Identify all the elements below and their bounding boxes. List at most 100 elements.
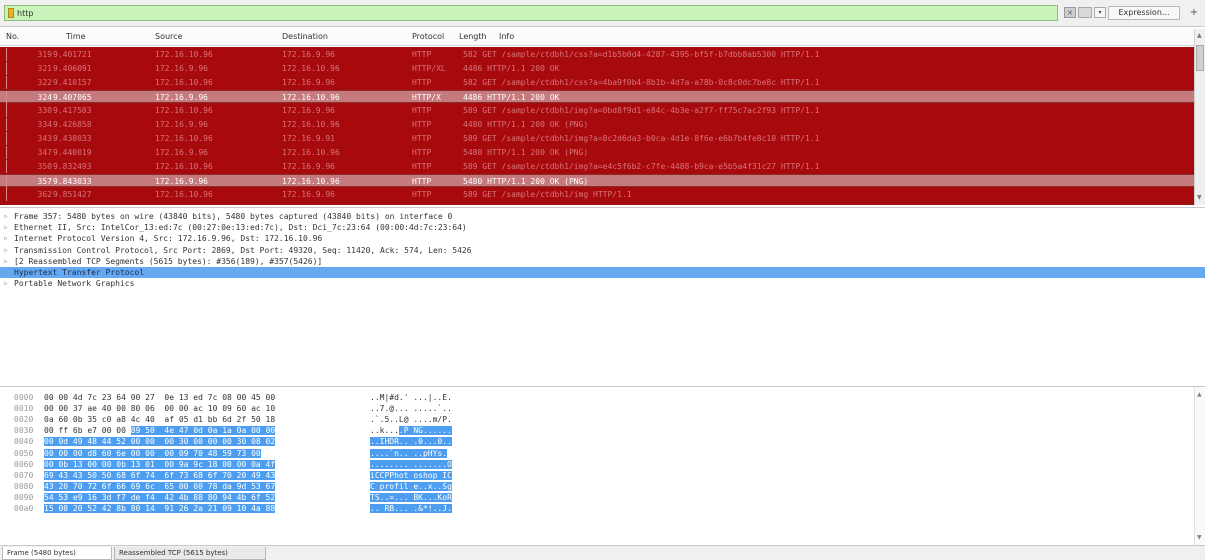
ascii-unselected: ..M|#d.' ...|..E. [370, 393, 452, 402]
ascii-selected: .P NG...... [398, 426, 452, 436]
packet-row[interactable]: 347 9.440019 172.16.9.96 172.16.10.96 HTTP 54… [0, 146, 1194, 159]
hex-bytes-unselected: 00 00 37 ae 40 00 80 06 00 00 ac 10 09 6… [44, 404, 276, 414]
scroll-down-icon[interactable]: ▼ [1197, 194, 1202, 201]
packet-time-cell: 9.851427 [53, 190, 92, 199]
packet-destination-cell: 172.16.10.96 [282, 120, 340, 129]
hex-dump-row[interactable]: 0030 00 ff 6b e7 00 00 89 50 4e 47 0d 0a … [0, 425, 1190, 436]
filter-dropdown-icon[interactable]: ▾ [1094, 7, 1106, 18]
packet-row[interactable]: 357 9.843033 172.16.9.96 172.16.10.96 HTTP 54… [0, 174, 1194, 188]
ascii-bytes: ....`n.. ..pHYs. [370, 448, 448, 459]
hex-dump-row[interactable]: 0000 00 00 4d 7c 23 64 00 27 0e 13 ed 7c … [0, 392, 1190, 403]
detail-tree-item[interactable]: ▷ Ethernet II, Src: IntelCor_13:ed:7c (00… [0, 222, 1205, 233]
packet-info-cell: 582 GET /sample/ctdbh1/css?a=4ba9f0b4-8b… [463, 78, 820, 87]
hex-offset: 0040 [14, 437, 34, 447]
column-header-info[interactable]: Info [499, 32, 514, 41]
packet-row[interactable]: 322 9.410157 172.16.10.96 172.16.9.96 HTTP 58… [0, 76, 1194, 89]
related-packet-marker [6, 48, 7, 61]
ascii-bytes: ..7.@... .....`.. [370, 403, 452, 414]
packet-protocol-cell: HTTP [412, 190, 432, 199]
hex-bytes: 00 ff 6b e7 00 00 89 50 4e 47 0d 0a 1a 0… [44, 425, 276, 436]
packet-row[interactable]: 321 9.406091 172.16.9.96 172.16.10.96 HTTP/X… [0, 62, 1194, 75]
bytes-scrollbar[interactable]: ▲ ▼ [1194, 387, 1205, 545]
hex-bytes: 0a 60 0b 35 c0 a8 4c 40 af 05 d1 bb 6d 2… [44, 414, 275, 425]
column-header-source[interactable]: Source [155, 32, 182, 41]
ascii-unselected: ..k... [370, 426, 399, 436]
packet-protocol-cell: HTTP [412, 106, 432, 115]
column-header-time[interactable]: Time [66, 32, 86, 41]
hex-bytes-selected: 69 43 43 50 50 68 6f 74 6f 73 68 6f 70 2… [44, 470, 276, 480]
expand-arrow-icon[interactable]: ▷ [4, 256, 8, 267]
packet-source-cell: 172.16.9.96 [155, 148, 208, 157]
scrollbar-thumb[interactable] [1196, 45, 1204, 71]
packet-row[interactable]: 343 9.430033 172.16.10.96 172.16.9.91 HTTP 58… [0, 132, 1194, 145]
hex-offset: 0080 [14, 481, 34, 491]
packet-no-cell: 350 [37, 162, 52, 171]
tab-reassembled-tcp[interactable]: Reassembled TCP (5615 bytes) [114, 547, 266, 560]
display-filter-field[interactable] [4, 5, 1058, 21]
packet-protocol-cell: HTTP [412, 177, 432, 186]
packet-list-scrollbar[interactable]: ▲ ▼ [1194, 29, 1205, 205]
hex-bytes-selected: 00 0d 49 48 44 52 00 00 00 30 00 00 00 3… [44, 437, 276, 447]
ascii-bytes: ..M|#d.' ...|..E. [370, 392, 452, 403]
expand-arrow-icon[interactable]: ▷ [4, 245, 8, 256]
packet-destination-cell: 172.16.10.96 [282, 93, 340, 102]
ascii-unselected: .`.5..L@ ....m/P. [370, 415, 452, 425]
packet-info-cell: 589 GET /sample/ctdbh1/img?a=e4c5f6b2-c7… [463, 162, 820, 171]
clear-filter-button[interactable]: × [1064, 7, 1076, 18]
hex-offset: 00a0 [14, 504, 34, 513]
packet-source-cell: 172.16.10.96 [155, 50, 213, 59]
detail-tree-item[interactable]: ▷ [2 Reassembled TCP Segments (5615 bytes… [0, 256, 1205, 267]
detail-tree-item[interactable]: ▷ Frame 357: 5480 bytes on wire (43840 bi… [0, 211, 1205, 222]
packet-row[interactable]: 350 9.832493 172.16.10.96 172.16.9.96 HTTP 58… [0, 160, 1194, 173]
packet-row[interactable]: 330 9.417503 172.16.10.96 172.16.9.96 HTTP 58… [0, 104, 1194, 117]
packet-row[interactable]: 334 9.426858 172.16.9.96 172.16.10.96 HTTP 44… [0, 118, 1194, 131]
column-header-length[interactable]: Length [459, 32, 487, 41]
expand-arrow-icon[interactable]: ▷ [4, 278, 8, 289]
packet-time-cell: 9.430033 [53, 134, 92, 143]
hex-bytes: 15 08 20 52 42 8b 80 14 91 26 2a 21 09 1… [44, 503, 276, 514]
detail-tree-item[interactable]: ▷ Transmission Control Protocol, Src Port… [0, 245, 1205, 256]
hex-dump-row[interactable]: 0070 69 43 43 50 50 68 6f 74 6f 73 68 6f … [0, 470, 1190, 481]
hex-dump-row[interactable]: 0050 00 00 00 d8 60 6e 00 00 00 09 70 48 … [0, 448, 1190, 459]
bookmark-icon[interactable] [8, 8, 14, 18]
scroll-up-icon[interactable]: ▲ [1197, 391, 1202, 398]
hex-dump-row[interactable]: 0020 0a 60 0b 35 c0 a8 4c 40 af 05 d1 bb … [0, 414, 1190, 425]
expand-arrow-icon[interactable]: ▷ [4, 211, 8, 222]
related-packet-marker [6, 188, 7, 201]
display-filter-input[interactable] [17, 7, 1047, 19]
expression-button[interactable]: Expression... [1108, 6, 1180, 20]
hex-bytes-selected: 15 08 20 52 42 8b 80 14 91 26 2a 21 09 1… [44, 504, 276, 513]
column-header-protocol[interactable]: Protocol [412, 32, 444, 41]
column-header-no[interactable]: No. [6, 32, 19, 41]
expand-arrow-icon[interactable]: ▷ [4, 267, 8, 278]
column-header-destination[interactable]: Destination [282, 32, 328, 41]
hex-dump-row[interactable]: 00a0 15 08 20 52 42 8b 80 14 91 26 2a 21 … [0, 503, 1190, 514]
detail-tree-item[interactable]: ▷ Hypertext Transfer Protocol [0, 267, 1205, 278]
detail-tree-label: Hypertext Transfer Protocol [14, 268, 145, 277]
packet-source-cell: 172.16.9.96 [155, 177, 208, 186]
expand-arrow-icon[interactable]: ▷ [4, 233, 8, 244]
expand-arrow-icon[interactable]: ▷ [4, 222, 8, 233]
detail-tree-label: Internet Protocol Version 4, Src: 172.16… [14, 234, 323, 244]
recent-filters-button[interactable] [1078, 7, 1092, 18]
packet-destination-cell: 172.16.9.91 [282, 134, 335, 143]
scroll-down-icon[interactable]: ▼ [1197, 534, 1202, 541]
packet-info-cell: 5480 HTTP/1.1 200 OK (PNG) [463, 148, 589, 157]
hex-dump-row[interactable]: 0060 00 0b 13 00 00 0b 13 01 00 9a 9c 18 … [0, 459, 1190, 470]
detail-tree-item[interactable]: ▷ Internet Protocol Version 4, Src: 172.1… [0, 233, 1205, 244]
packet-row[interactable]: 319 9.401721 172.16.10.96 172.16.9.96 HTTP 58… [0, 48, 1194, 61]
add-filter-button[interactable]: + [1188, 6, 1200, 20]
packet-row[interactable]: 362 9.851427 172.16.10.96 172.16.9.96 HTTP 58… [0, 188, 1194, 201]
detail-tree-item[interactable]: ▷ Portable Network Graphics [0, 278, 1205, 289]
packet-row[interactable]: 324 9.407065 172.16.9.96 172.16.10.96 HTTP/X… [0, 90, 1194, 104]
packet-no-cell: 347 [37, 148, 52, 157]
hex-dump-row[interactable]: 0040 00 0d 49 48 44 52 00 00 00 30 00 00 … [0, 436, 1190, 447]
hex-dump-row[interactable]: 0010 00 00 37 ae 40 00 80 06 00 00 ac 10 … [0, 403, 1190, 414]
packet-time-cell: 9.832493 [53, 162, 92, 171]
ascii-selected: TS..=... BK...KoR [370, 492, 452, 502]
packet-destination-cell: 172.16.9.96 [282, 78, 335, 87]
tab-frame[interactable]: Frame (5480 bytes) [2, 547, 112, 560]
hex-dump-row[interactable]: 0080 43 20 70 72 6f 66 69 6c 65 00 00 78 … [0, 481, 1190, 492]
scroll-up-icon[interactable]: ▲ [1197, 32, 1202, 39]
hex-dump-row[interactable]: 0090 54 53 e9 16 3d f7 de f4 42 4b 88 80 … [0, 492, 1190, 503]
